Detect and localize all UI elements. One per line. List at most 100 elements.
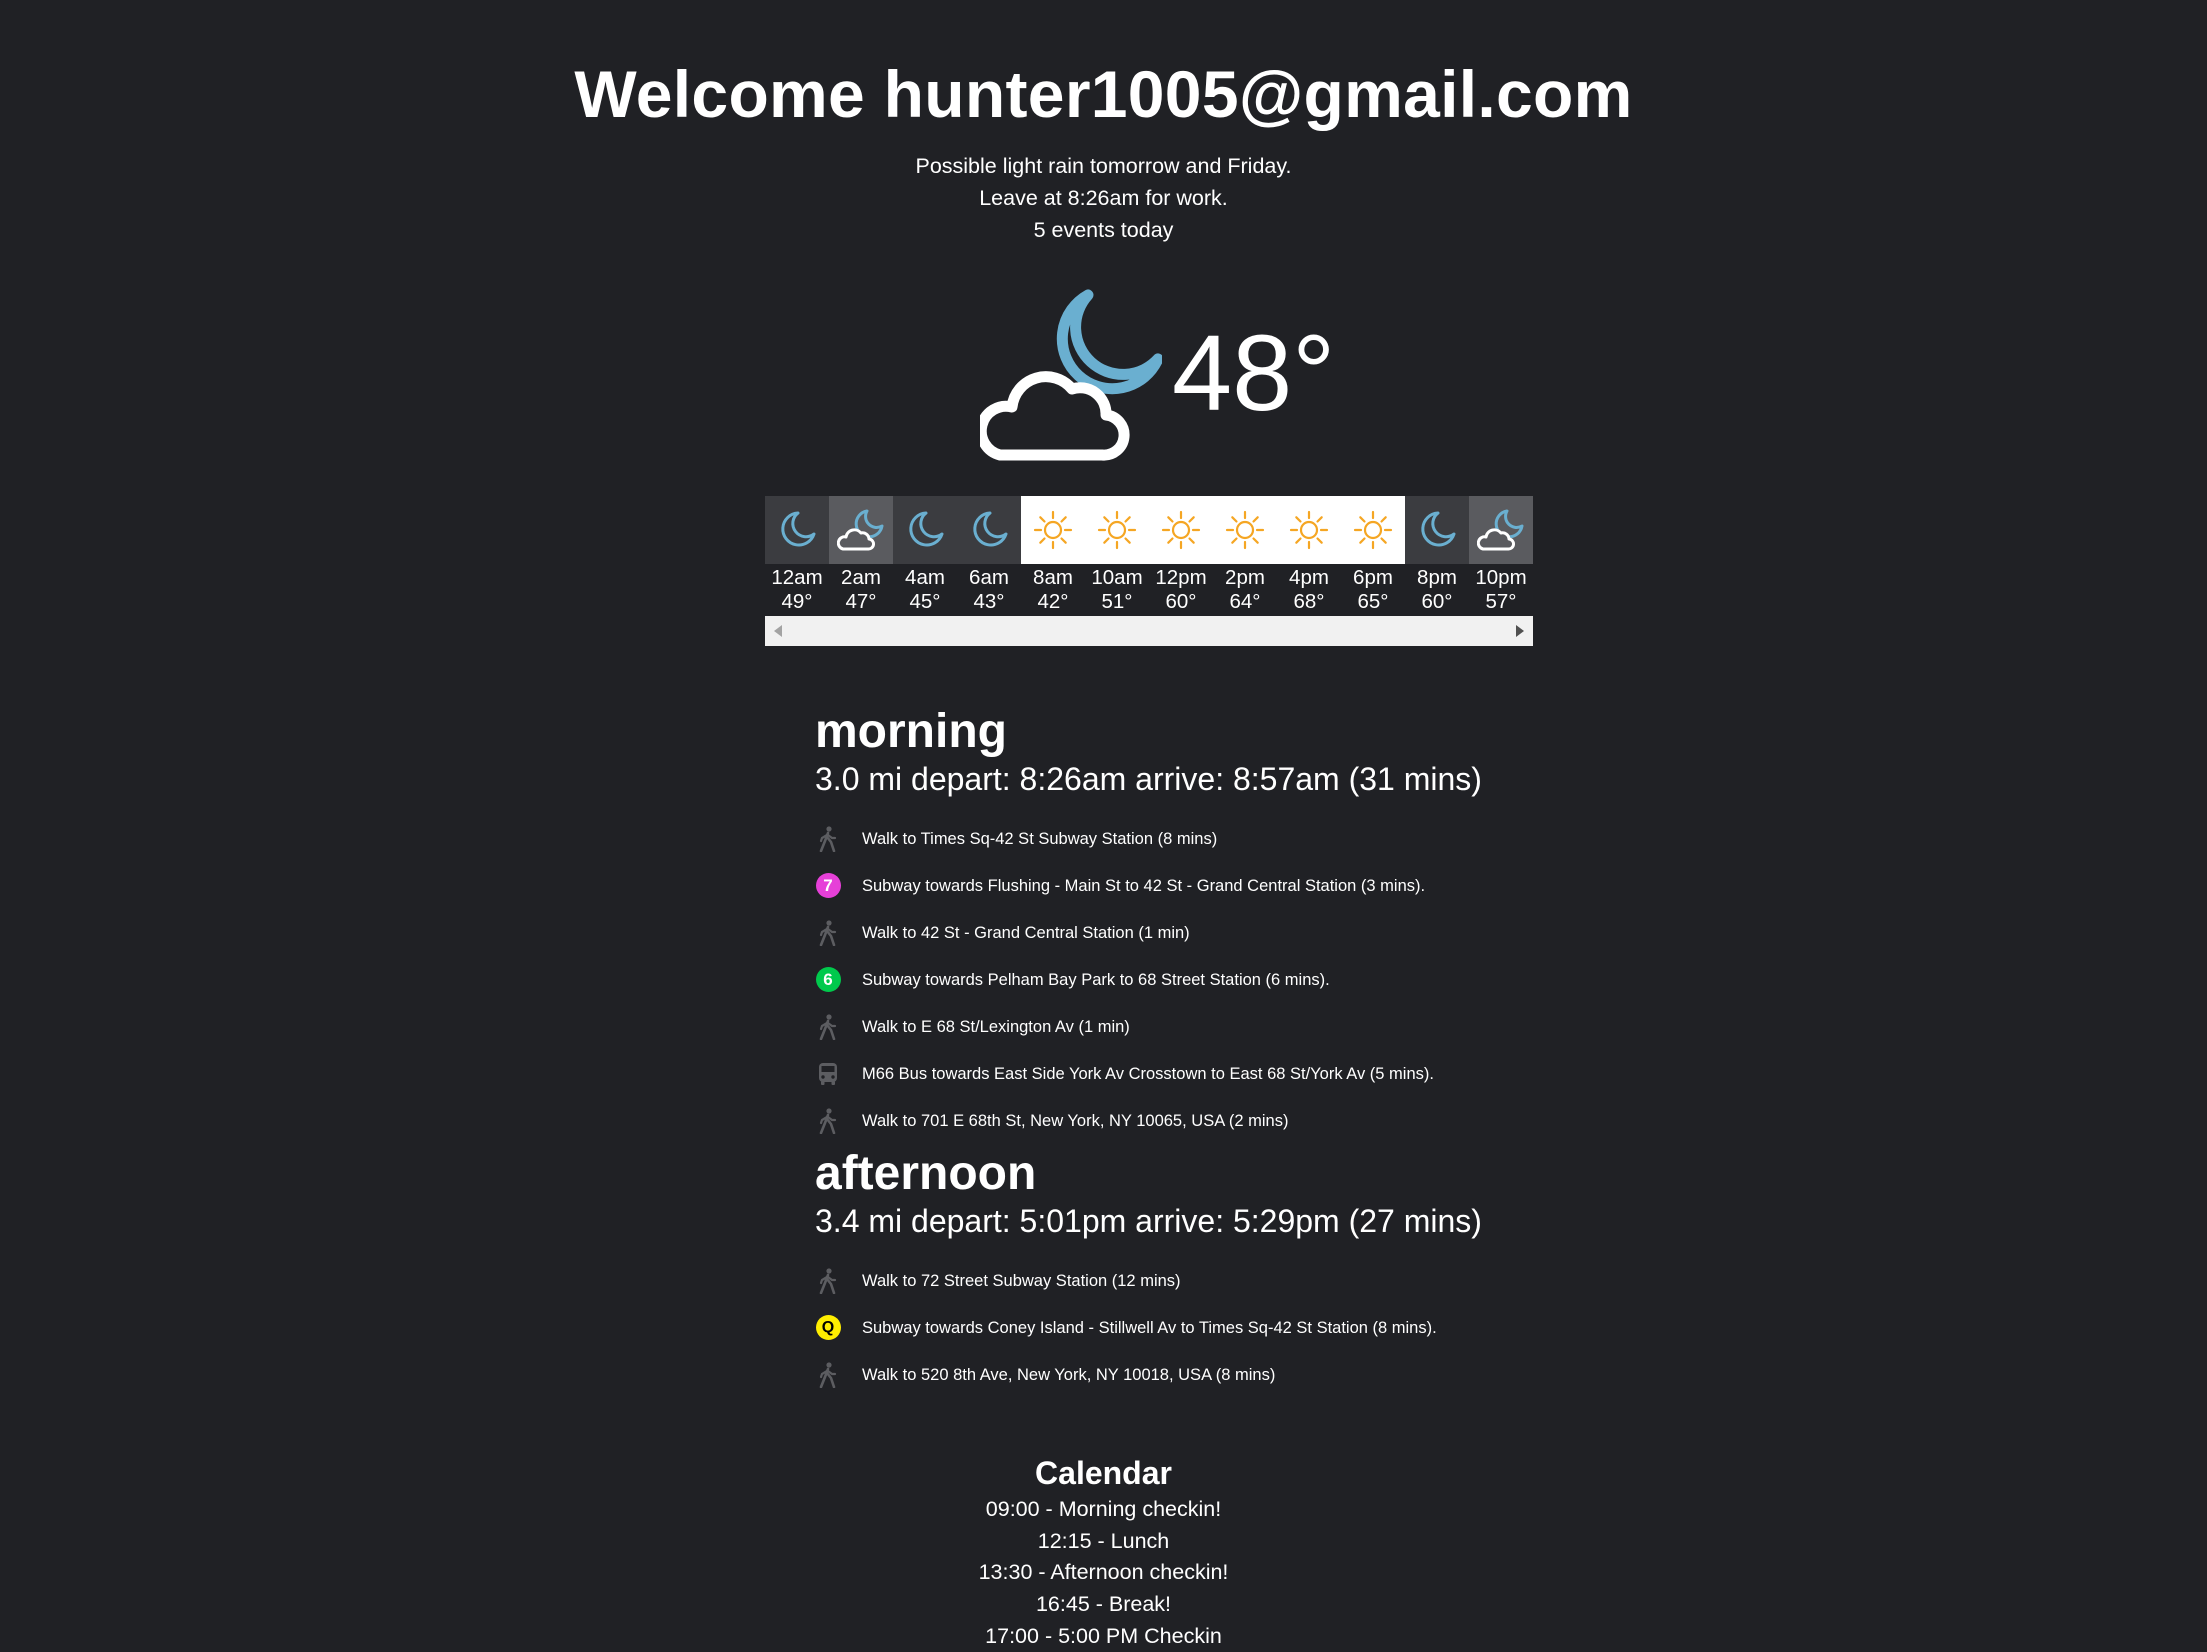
hour-time: 6pm [1353,566,1393,589]
calendar-section: Calendar 09:00 - Morning checkin! 12:15 … [0,1452,2207,1652]
hour-column: 8pm 60° [1405,496,1469,614]
summary-weather-line: Possible light rain tomorrow and Friday. [915,154,1292,178]
hour-time: 6am [969,566,1009,589]
hour-temperature: 65° [1357,590,1389,613]
bus-icon [815,1061,841,1087]
hour-time: 2am [841,566,881,589]
commute-step: Walk to 42 St - Grand Central Station (1… [815,909,1575,956]
hour-temperature: 47° [845,590,877,613]
walk-icon [815,825,841,852]
summary-events-line: 5 events today [1033,218,1174,242]
hour-time: 10am [1091,566,1143,589]
sun-icon [1277,496,1341,564]
hourly-scrollbar[interactable] [765,616,1533,646]
step-text: Walk to Times Sq-42 St Subway Station (8… [862,829,1218,848]
hour-temperature: 49° [781,590,813,613]
commute-step: 6 Subway towards Pelham Bay Park to 68 St… [815,956,1575,1003]
walk-icon [815,1107,841,1134]
sun-icon [1341,496,1405,564]
hour-temperature: 45° [909,590,941,613]
commute-title: morning [815,705,1007,758]
hour-time: 8pm [1417,566,1457,589]
commute-summary: 3.4 mi depart: 5:01pm arrive: 5:29pm (27… [815,1203,1482,1239]
hour-time: 2pm [1225,566,1265,589]
hour-column: 12pm 60° [1149,496,1213,614]
commute-step: Walk to E 68 St/Lexington Av (1 min) [815,1003,1575,1050]
scroll-left-arrow-icon[interactable] [774,625,782,637]
hour-temperature: 43° [973,590,1005,613]
hour-temperature: 60° [1165,590,1197,613]
step-text: Walk to 520 8th Ave, New York, NY 10018,… [862,1365,1276,1384]
hour-time: 8am [1033,566,1073,589]
commute-step: Walk to 520 8th Ave, New York, NY 10018,… [815,1351,1575,1398]
step-text: Walk to 701 E 68th St, New York, NY 1006… [862,1111,1289,1130]
commute-steps: Walk to 72 Street Subway Station (12 min… [815,1257,1575,1398]
hour-column: 8am 42° [1021,496,1085,614]
partly-cloudy-night-icon [980,289,1162,461]
commute-morning: morning 3.0 mi depart: 8:26am arrive: 8:… [815,705,1575,1144]
hour-column: 4am 45° [893,496,957,614]
moon-icon [957,496,1021,564]
step-text: Walk to 72 Street Subway Station (12 min… [862,1271,1181,1290]
sun-icon [1213,496,1277,564]
sun-icon [1021,496,1085,564]
welcome-heading: Welcome hunter1005@gmail.com [574,57,1633,131]
hour-time: 4pm [1289,566,1329,589]
current-temperature: 48° [1172,312,1336,433]
cloudy-night-icon [1469,496,1533,564]
commute-step: 7 Subway towards Flushing - Main St to 42… [815,862,1575,909]
calendar-title: Calendar [1035,1455,1172,1491]
summary-leave-line: Leave at 8:26am for work. [979,186,1228,210]
walk-icon [815,919,841,946]
moon-icon [1405,496,1469,564]
hour-time: 12am [771,566,823,589]
line-badge: 7 [815,873,841,898]
step-text: Walk to E 68 St/Lexington Av (1 min) [862,1017,1130,1036]
hour-column: 6pm 65° [1341,496,1405,614]
subway-6-icon: 6 [815,967,841,993]
line-badge-letter: Q [821,1318,835,1336]
hour-column: 12am 49° [765,496,829,614]
step-text: Walk to 42 St - Grand Central Station (1… [862,923,1190,942]
sun-icon [1085,496,1149,564]
commute-step: Walk to Times Sq-42 St Subway Station (8… [815,815,1575,862]
walk-icon [815,1361,841,1388]
hour-temperature: 51° [1101,590,1133,613]
subway-7-icon: 7 [815,873,841,899]
commute-step: Walk to 701 E 68th St, New York, NY 1006… [815,1097,1575,1144]
commute-steps: Walk to Times Sq-42 St Subway Station (8… [815,815,1575,1144]
dashboard-page: Welcome hunter1005@gmail.com Possible li… [0,0,2207,1652]
sun-icon [1149,496,1213,564]
commute-title: afternoon [815,1147,1037,1200]
step-text: Subway towards Flushing - Main St to 42 … [862,876,1426,895]
hour-temperature: 64° [1229,590,1261,613]
line-badge: 6 [815,967,841,992]
hour-temperature: 57° [1485,590,1517,613]
hour-temperature: 60° [1421,590,1453,613]
calendar-event: 13:30 - Afternoon checkin! [978,1560,1229,1585]
step-text: Subway towards Coney Island - Stillwell … [862,1318,1437,1337]
hour-temperature: 68° [1293,590,1325,613]
hour-column: 2pm 64° [1213,496,1277,614]
subway-q-icon: Q [815,1315,841,1341]
daily-summary: Possible light rain tomorrow and Friday.… [0,150,2207,246]
hourly-forecast[interactable]: 12am 49° 2am 47° 4am 45° 6am 43° 8am 42° 10am 51° 12… [765,496,1533,646]
hour-time: 12pm [1155,566,1207,589]
scroll-right-arrow-icon[interactable] [1516,625,1524,637]
walk-icon [815,1013,841,1040]
hour-column: 6am 43° [957,496,1021,614]
commute-step: Walk to 72 Street Subway Station (12 min… [815,1257,1575,1304]
calendar-event: 09:00 - Morning checkin! [985,1497,1222,1521]
hour-column: 4pm 68° [1277,496,1341,614]
cloudy-night-icon [829,496,893,564]
calendar-event: 17:00 - 5:00 PM Checkin [985,1623,1222,1648]
hour-temperature: 42° [1037,590,1069,613]
commute-summary: 3.0 mi depart: 8:26am arrive: 8:57am (31… [815,761,1482,797]
calendar-event: 16:45 - Break! [1035,1592,1172,1617]
line-badge: Q [815,1315,841,1340]
walk-icon [815,1267,841,1294]
step-text: Subway towards Pelham Bay Park to 68 Str… [862,970,1330,989]
commute-step: Q Subway towards Coney Island - Stillwell… [815,1304,1575,1351]
hourly-strip: 12am 49° 2am 47° 4am 45° 6am 43° 8am 42° 10am 51° 12… [765,496,1533,614]
commute-afternoon: afternoon 3.4 mi depart: 5:01pm arrive: … [815,1147,1575,1398]
